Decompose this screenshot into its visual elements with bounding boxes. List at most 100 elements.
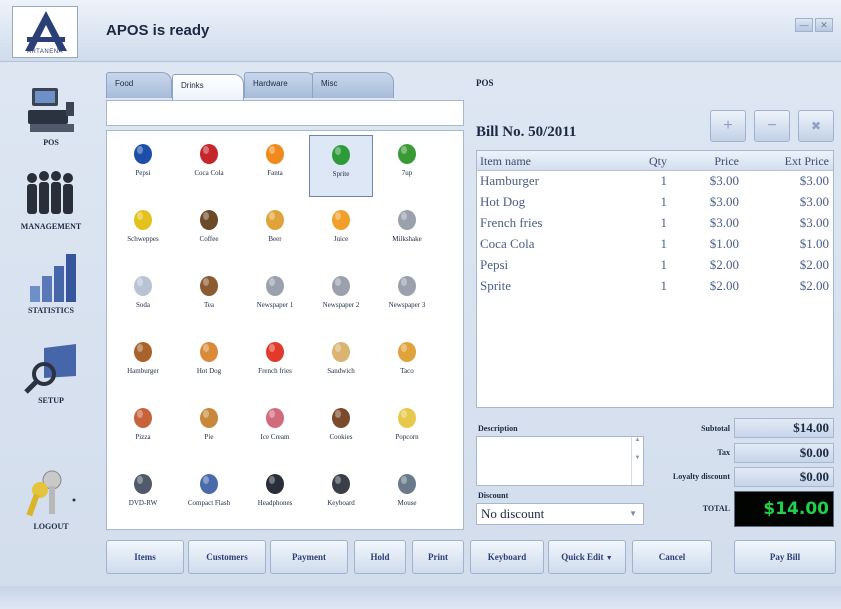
tab-food[interactable]: Food xyxy=(106,72,172,98)
description-label: Description xyxy=(478,424,518,433)
cell-price: $3.00 xyxy=(709,173,739,188)
product-label: Ice Cream xyxy=(260,433,290,441)
nav-item-setup[interactable]: SETUP xyxy=(8,342,94,405)
bill-number: Bill No. 50/2011 xyxy=(476,124,577,140)
magnifier-monitor-icon xyxy=(22,342,80,394)
product-tile-cookies[interactable]: Cookies xyxy=(309,399,373,461)
product-tile-coca-cola[interactable]: Coca Cola xyxy=(177,135,241,197)
product-label: Keyboard xyxy=(327,499,355,507)
product-label: Coffee xyxy=(199,235,219,243)
nav-item-management[interactable]: MANAGEMENT xyxy=(8,168,94,231)
table-row[interactable]: Pepsi 1 $2.00 $2.00 xyxy=(477,255,833,276)
status-strip xyxy=(0,586,841,609)
tab-hardware[interactable]: Hardware xyxy=(244,72,316,98)
table-row[interactable]: Hot Dog 1 $3.00 $3.00 xyxy=(477,192,833,213)
col-header-ext-price[interactable]: Ext Price xyxy=(743,151,833,170)
col-header-qty[interactable]: Qty xyxy=(617,151,671,170)
product-tile-fanta[interactable]: Fanta xyxy=(243,135,307,197)
product-tile-schweppes[interactable]: Schweppes xyxy=(111,201,175,263)
logo-text: ARTANENA xyxy=(26,49,64,55)
product-label: DVD-RW xyxy=(128,499,158,507)
product-tile-newspaper-1[interactable]: Newspaper 1 xyxy=(243,267,307,329)
cell-price: $2.00 xyxy=(709,257,739,272)
product-tile-sandwich[interactable]: Sandwich xyxy=(309,333,373,395)
soda-glass-icon xyxy=(129,271,157,299)
nav-label-setup: SETUP xyxy=(38,396,64,405)
product-tile-mouse[interactable]: Mouse xyxy=(375,465,439,527)
newspaper-icon xyxy=(261,271,289,299)
decrease-item-button[interactable]: − xyxy=(754,110,790,142)
product-tile-coffee[interactable]: Coffee xyxy=(177,201,241,263)
product-tile-juice[interactable]: Juice xyxy=(309,201,373,263)
subtotal-label: Subtotal xyxy=(701,424,730,433)
col-header-price[interactable]: Price xyxy=(671,151,743,170)
pie-icon xyxy=(195,403,223,431)
nav-item-pos[interactable]: POS xyxy=(8,84,94,147)
discount-select[interactable]: No discount ▼ xyxy=(476,503,644,525)
headphones-icon xyxy=(261,469,289,497)
product-tile-headphones[interactable]: Headphones xyxy=(243,465,307,527)
minimize-button[interactable]: — xyxy=(795,18,813,32)
product-tile-tea[interactable]: Tea xyxy=(177,267,241,329)
items-button[interactable]: Items xyxy=(106,540,184,574)
table-row[interactable]: French fries 1 $3.00 $3.00 xyxy=(477,213,833,234)
pay-bill-button[interactable]: Pay Bill xyxy=(734,540,836,574)
total-label: TOTAL xyxy=(702,504,730,513)
print-button[interactable]: Print xyxy=(412,540,464,574)
product-tile-keyboard[interactable]: Keyboard xyxy=(309,465,373,527)
table-row[interactable]: Coca Cola 1 $1.00 $1.00 xyxy=(477,234,833,255)
product-tile-7up[interactable]: 7up xyxy=(375,135,439,197)
juice-icon xyxy=(327,205,355,233)
product-label: Hamburger xyxy=(127,367,159,375)
cancel-button[interactable]: Cancel xyxy=(632,540,712,574)
product-tile-pepsi[interactable]: Pepsi xyxy=(111,135,175,197)
product-label: Sandwich xyxy=(327,367,355,375)
product-tile-pizza[interactable]: Pizza xyxy=(111,399,175,461)
product-search-input[interactable] xyxy=(106,100,464,126)
keyboard-button[interactable]: Keyboard xyxy=(470,540,544,574)
quick-edit-button[interactable]: Quick Edit ▼ xyxy=(548,540,626,574)
cell-price: $3.00 xyxy=(709,215,739,230)
product-tile-newspaper-2[interactable]: Newspaper 2 xyxy=(309,267,373,329)
product-tile-hot-dog[interactable]: Hot Dog xyxy=(177,333,241,395)
cell-price: $2.00 xyxy=(709,278,739,293)
product-tile-hamburger[interactable]: Hamburger xyxy=(111,333,175,395)
product-tile-pie[interactable]: Pie xyxy=(177,399,241,461)
pos-section-label: POS xyxy=(476,78,494,88)
total-value: $14.00 xyxy=(734,491,834,527)
cell-qty: 1 xyxy=(660,278,668,293)
coffee-cup-icon xyxy=(195,205,223,233)
product-tile-sprite[interactable]: Sprite xyxy=(309,135,373,197)
col-header-item-name[interactable]: Item name xyxy=(477,151,617,170)
tab-misc[interactable]: Misc xyxy=(312,72,394,98)
quick-edit-label: Quick Edit xyxy=(561,552,604,562)
nav-item-logout[interactable]: LOGOUT xyxy=(8,468,94,531)
cell-item-name: Hamburger xyxy=(480,173,539,188)
product-tile-popcorn[interactable]: Popcorn xyxy=(375,399,439,461)
beer-mug-icon xyxy=(261,205,289,233)
description-field[interactable]: ▲ ▼ xyxy=(476,436,644,486)
hamburger-icon xyxy=(129,337,157,365)
product-tile-ice-cream[interactable]: Ice Cream xyxy=(243,399,307,461)
product-tile-beer[interactable]: Beer xyxy=(243,201,307,263)
customers-button[interactable]: Customers xyxy=(188,540,266,574)
tab-drinks[interactable]: Drinks xyxy=(172,74,244,100)
product-tile-taco[interactable]: Taco xyxy=(375,333,439,395)
add-item-button[interactable]: + xyxy=(710,110,746,142)
product-label: Newspaper 3 xyxy=(388,301,426,309)
product-tile-dvd-rw[interactable]: DVD-RW xyxy=(111,465,175,527)
table-row[interactable]: Sprite 1 $2.00 $2.00 xyxy=(477,276,833,297)
payment-button[interactable]: Payment xyxy=(270,540,348,574)
tax-label: Tax xyxy=(717,448,730,457)
hold-button[interactable]: Hold xyxy=(354,540,406,574)
nav-item-statistics[interactable]: STATISTICS xyxy=(8,252,94,315)
close-button[interactable]: ✕ xyxy=(815,18,833,32)
remove-item-button[interactable]: ✖ xyxy=(798,110,834,142)
bill-table: Item name Qty Price Ext Price Hamburger 1… xyxy=(476,150,834,408)
product-tile-soda[interactable]: Soda xyxy=(111,267,175,329)
product-tile-milkshake[interactable]: Milkshake xyxy=(375,201,439,263)
product-tile-compact-flash[interactable]: Compact Flash xyxy=(177,465,241,527)
product-tile-newspaper-3[interactable]: Newspaper 3 xyxy=(375,267,439,329)
table-row[interactable]: Hamburger 1 $3.00 $3.00 xyxy=(477,171,833,192)
product-tile-french-fries[interactable]: French fries xyxy=(243,333,307,395)
